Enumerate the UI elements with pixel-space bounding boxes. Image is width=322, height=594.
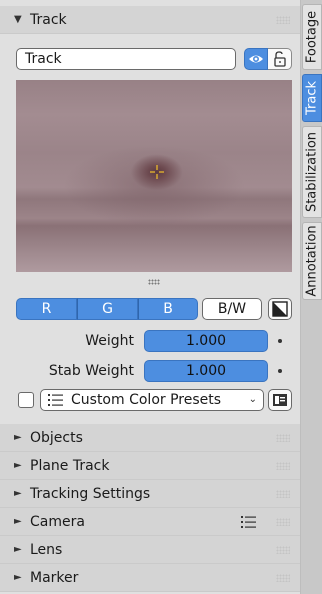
panel-header-label: Marker <box>30 570 79 586</box>
collapsed-arrow-icon: ► <box>14 460 22 471</box>
custom-color-checkbox[interactable] <box>18 392 34 408</box>
objects-panel-header[interactable]: ► Objects <box>0 424 300 452</box>
track-name-field[interactable]: Track <box>16 48 236 70</box>
drag-grip-icon[interactable] <box>276 16 290 24</box>
tab-label: Track <box>304 80 320 116</box>
weight-keyframe-dot[interactable] <box>278 339 282 343</box>
drag-grip-icon[interactable] <box>276 490 290 498</box>
collapsed-arrow-icon: ► <box>14 488 22 499</box>
panel-header-label: Camera <box>30 514 85 530</box>
drag-grip-icon[interactable] <box>276 462 290 470</box>
drag-grip-icon[interactable] <box>276 546 290 554</box>
add-preset-button[interactable] <box>268 389 292 411</box>
lens-panel-header[interactable]: ► Lens <box>0 536 300 564</box>
tracking-settings-panel-header[interactable]: ► Tracking Settings <box>0 480 300 508</box>
tab-footage[interactable]: Footage <box>302 4 322 70</box>
invert-icon <box>272 301 288 317</box>
tab-label: Footage <box>304 10 320 64</box>
drag-grip-icon[interactable] <box>276 518 290 526</box>
chevron-down-icon: ⌄ <box>248 394 257 405</box>
collapsed-arrow-icon: ► <box>14 572 22 583</box>
panel-header-label: Lens <box>30 542 63 558</box>
drag-grip-icon[interactable] <box>276 574 290 582</box>
camera-panel-header[interactable]: ► Camera <box>0 508 300 536</box>
invert-button[interactable] <box>268 298 292 320</box>
panel-header-label: Track <box>30 12 67 28</box>
preset-icon <box>273 394 287 406</box>
channel-b-button[interactable]: B <box>138 298 198 320</box>
crosshair-icon <box>150 165 164 179</box>
marker-panel-header[interactable]: ► Marker <box>0 564 300 592</box>
stab-weight-field[interactable]: 1.000 <box>144 360 268 382</box>
weight-label: Weight <box>85 333 134 349</box>
panel-header-label: Objects <box>30 430 83 446</box>
drag-grip-icon[interactable] <box>276 434 290 442</box>
collapsed-arrow-icon: ► <box>14 432 22 443</box>
panel-header-label: Tracking Settings <box>30 486 151 502</box>
weight-field[interactable]: 1.000 <box>144 330 268 352</box>
collapsed-arrow-icon: ► <box>14 516 22 527</box>
lock-toggle[interactable] <box>268 48 292 70</box>
stab-weight-label: Stab Weight <box>48 363 134 379</box>
tab-label: Annotation <box>304 225 320 297</box>
list-icon <box>48 394 63 406</box>
stab-weight-keyframe-dot[interactable] <box>278 369 282 373</box>
track-panel-header[interactable]: ▼ Track <box>0 6 300 34</box>
color-presets-dropdown[interactable]: Custom Color Presets ⌄ <box>40 389 264 411</box>
channel-g-button[interactable]: G <box>77 298 138 320</box>
lock-icon <box>274 51 286 67</box>
visibility-toggle[interactable] <box>244 48 268 70</box>
list-icon[interactable] <box>240 514 258 530</box>
eye-icon <box>249 55 263 63</box>
grayscale-button[interactable]: B/W <box>202 298 262 320</box>
tab-track[interactable]: Track <box>302 74 322 122</box>
tab-annotation[interactable]: Annotation <box>302 222 322 300</box>
track-pattern-preview[interactable] <box>16 80 292 272</box>
preview-resize-handle[interactable] <box>148 279 160 285</box>
color-presets-label: Custom Color Presets <box>71 392 222 408</box>
plane-track-panel-header[interactable]: ► Plane Track <box>0 452 300 480</box>
panel-header-label: Plane Track <box>30 458 110 474</box>
tab-stabilization[interactable]: Stabilization <box>302 126 322 218</box>
expand-arrow-icon: ▼ <box>14 14 22 25</box>
sidebar-tabs: Footage Track Stabilization Annotation <box>300 0 322 594</box>
collapsed-arrow-icon: ► <box>14 544 22 555</box>
channel-r-button[interactable]: R <box>16 298 77 320</box>
tab-label: Stabilization <box>304 131 320 213</box>
properties-panel: ▼ Track Track R G B B/W Weight 1.000 Sta… <box>0 0 300 594</box>
